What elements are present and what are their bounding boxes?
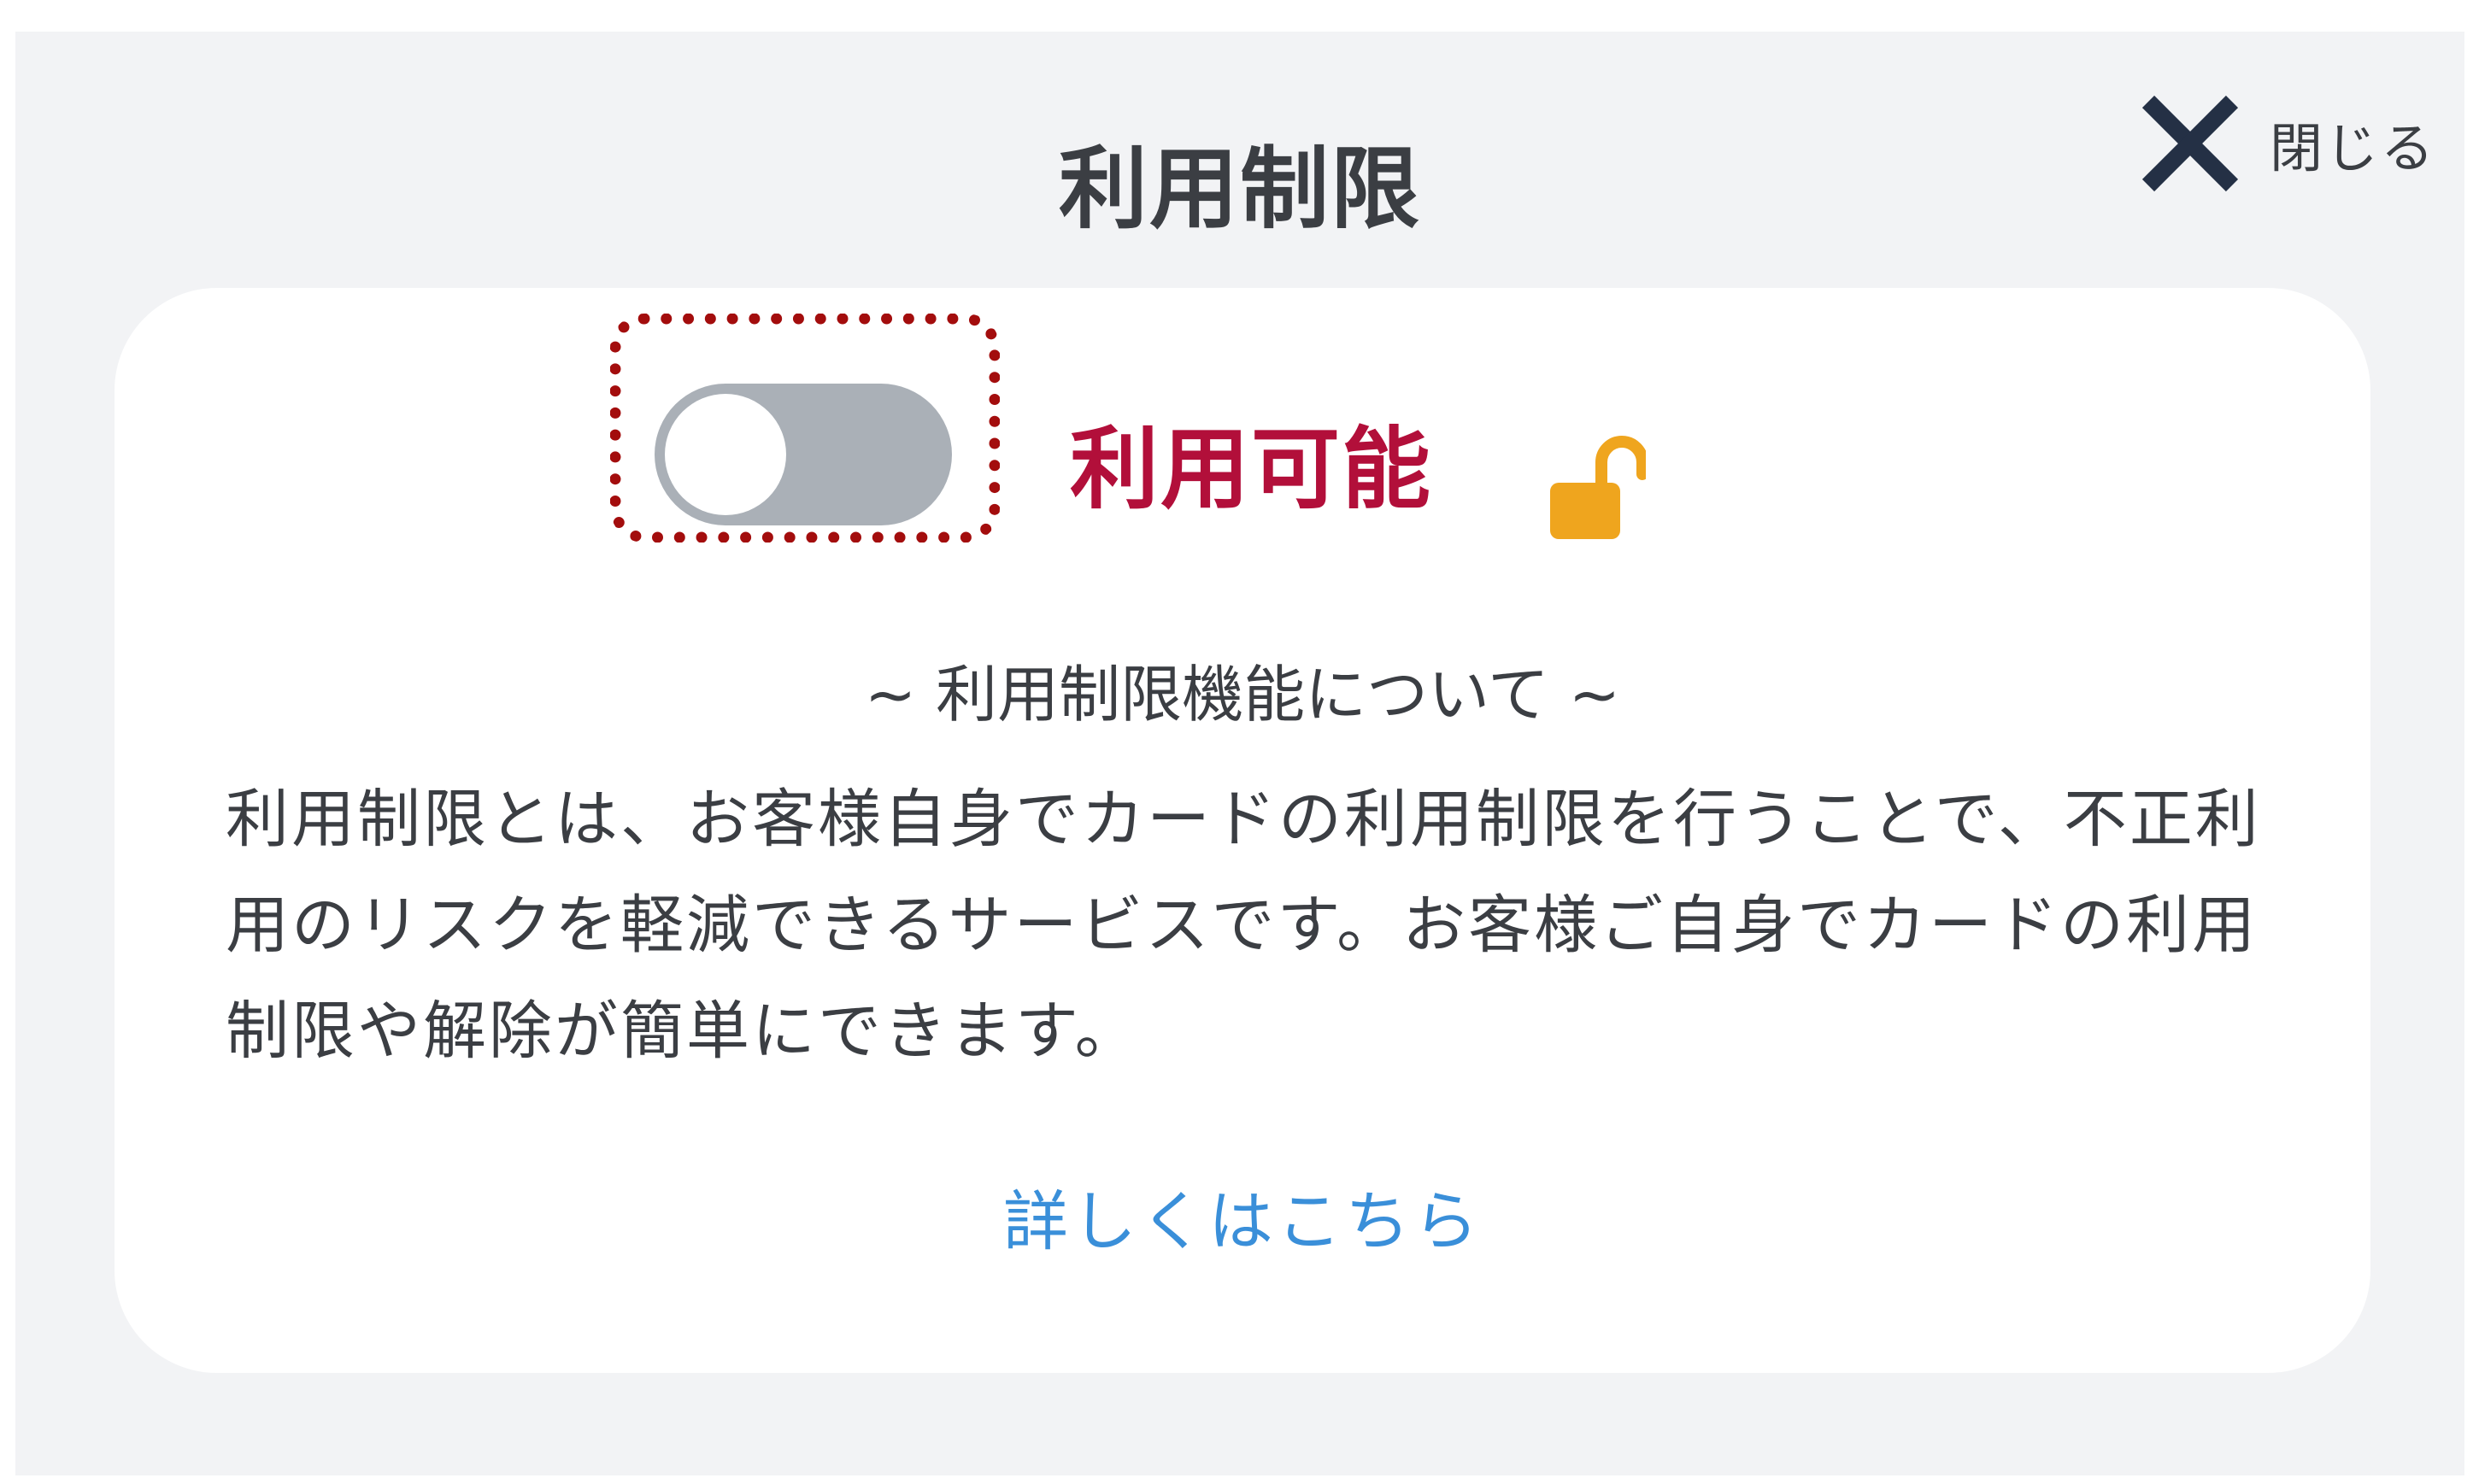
details-link[interactable]: 詳しくはこちら (115, 1189, 2370, 1254)
status-label: 利用可能 (1070, 417, 1433, 521)
close-icon (2141, 95, 2239, 192)
restriction-panel: 利用制限 閉じる 利用可能 ~ 利用制限機能について ~ 利用制限とは、お客様自… (15, 32, 2464, 1475)
about-heading: ~ 利用制限機能について ~ (864, 659, 1621, 730)
close-label: 閉じる (2270, 117, 2437, 179)
restriction-toggle[interactable] (655, 384, 952, 525)
close-button[interactable]: 閉じる (2136, 90, 2436, 197)
restriction-card: 利用可能 ~ 利用制限機能について ~ 利用制限とは、お客様自身でカードの利用制… (115, 288, 2370, 1373)
toggle-knob (665, 394, 786, 515)
description-text: 利用制限とは、お客様自身でカードの利用制限を行うことで、不正利用のリスクを軽減で… (226, 783, 2261, 1068)
unlocked-padlock-icon (1550, 436, 1646, 539)
page-title: 利用制限 (1058, 137, 1421, 241)
